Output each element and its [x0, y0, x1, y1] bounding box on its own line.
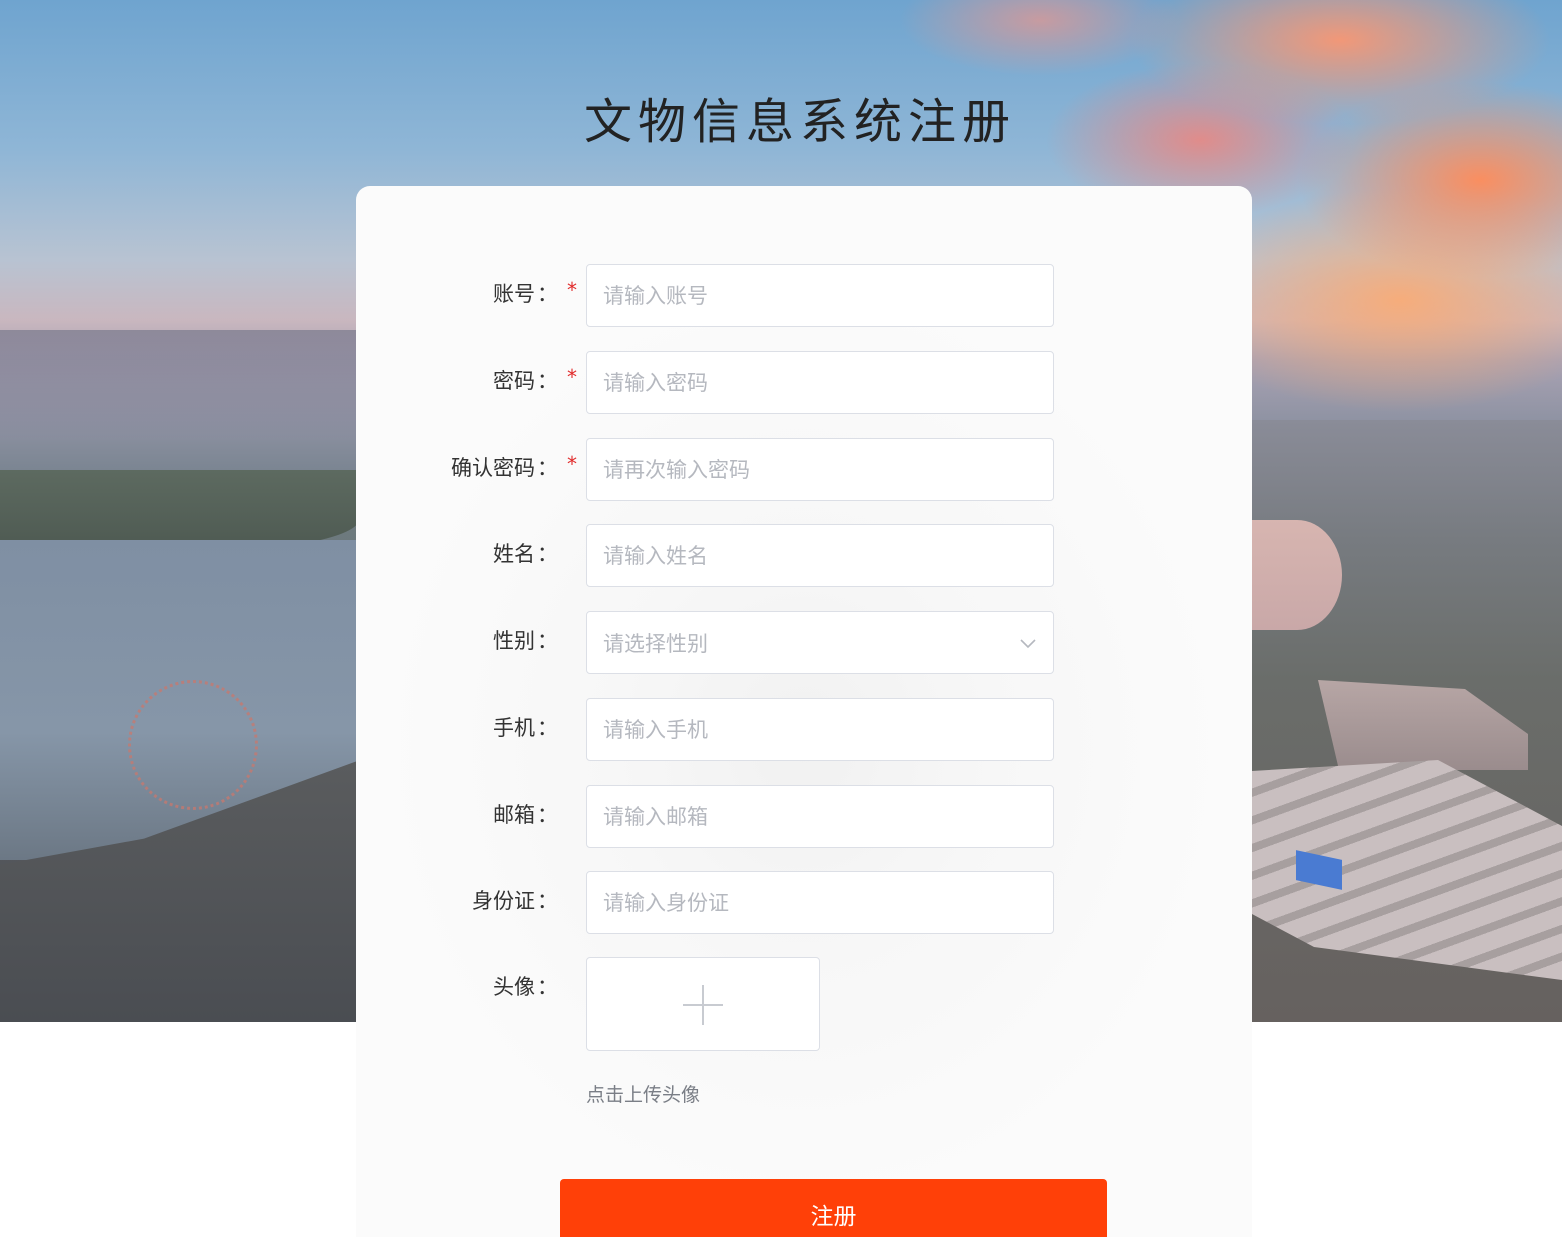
required-mark: *	[567, 278, 577, 302]
gender-row: 性别： 请选择性别	[356, 611, 1252, 674]
password-row: 密码： *	[356, 351, 1252, 414]
chevron-down-icon	[1020, 639, 1036, 649]
plus-icon	[683, 985, 723, 1025]
id-card-row: 身份证：	[356, 871, 1252, 934]
confirm-password-label: 确认密码：	[451, 456, 558, 480]
account-label: 账号：	[493, 282, 558, 306]
id-card-input[interactable]	[586, 871, 1054, 934]
page-title: 文物信息系统注册	[583, 94, 1016, 150]
gender-select-placeholder: 请选择性别	[603, 632, 708, 656]
register-form: 账号： * 密码： * 确认密码： * 姓名： 性别： 请选择性别	[356, 186, 1252, 1237]
email-row: 邮箱：	[356, 785, 1252, 848]
required-mark: *	[567, 452, 577, 476]
register-page: 文物信息系统注册 账号： * 密码： * 确认密码： * 姓名： 性别： 请选择…	[0, 0, 1562, 1237]
phone-row: 手机：	[356, 698, 1252, 761]
password-input[interactable]	[586, 351, 1054, 414]
gender-label: 性别：	[493, 629, 558, 653]
account-input[interactable]	[586, 264, 1054, 327]
password-label: 密码：	[493, 369, 558, 393]
name-input[interactable]	[586, 524, 1054, 587]
avatar-label: 头像：	[493, 975, 558, 999]
name-row: 姓名：	[356, 524, 1252, 587]
id-card-label: 身份证：	[472, 889, 558, 913]
phone-input[interactable]	[586, 698, 1054, 761]
register-button[interactable]: 注册	[560, 1179, 1107, 1237]
email-input[interactable]	[586, 785, 1054, 848]
confirm-password-input[interactable]	[586, 438, 1054, 501]
gender-select[interactable]: 请选择性别	[586, 611, 1054, 674]
confirm-password-row: 确认密码： *	[356, 438, 1252, 501]
ferris-wheel	[128, 680, 258, 810]
account-row: 账号： *	[356, 264, 1252, 327]
avatar-row: 头像： 点击上传头像	[356, 957, 1252, 1117]
email-label: 邮箱：	[493, 803, 558, 827]
phone-label: 手机：	[493, 716, 558, 740]
avatar-upload[interactable]	[586, 957, 820, 1051]
name-label: 姓名：	[493, 542, 558, 566]
required-mark: *	[567, 365, 577, 389]
avatar-upload-hint: 点击上传头像	[586, 1084, 701, 1106]
